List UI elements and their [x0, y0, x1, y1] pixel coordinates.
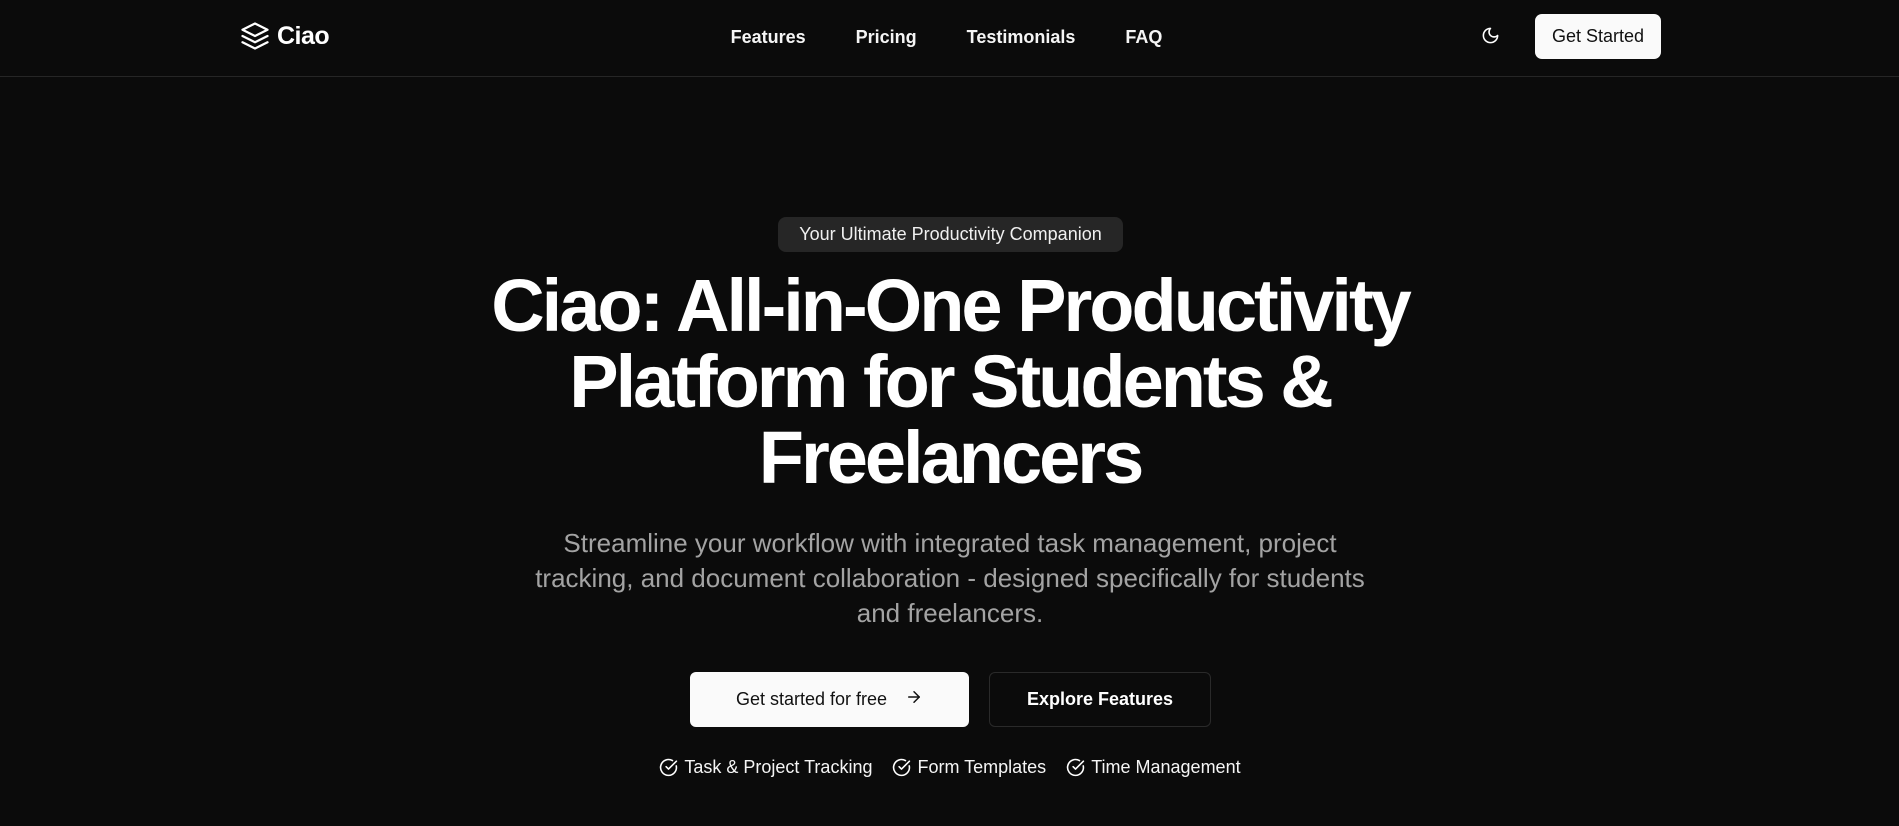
get-started-free-label: Get started for free: [735, 689, 888, 709]
nav-link-faq[interactable]: FAQ: [1125, 24, 1162, 50]
check-circle-icon: [1066, 758, 1085, 777]
get-started-free-button[interactable]: Get started for free: [690, 672, 969, 727]
theme-toggle-button[interactable]: [1474, 22, 1506, 54]
get-started-button[interactable]: Get Started: [1535, 14, 1661, 59]
hero-title: Ciao: All-in-One Productivity Platform f…: [491, 264, 1412, 499]
nav-link-pricing[interactable]: Pricing: [856, 24, 917, 50]
explore-features-button[interactable]: Explore Features: [989, 672, 1211, 727]
hero-cta-group: Get started for free Explore Features: [690, 672, 1211, 727]
check-circle-icon: [659, 758, 678, 777]
feature-label: Form Templates: [917, 757, 1047, 777]
feature-label: Time Management: [1091, 757, 1241, 777]
top-navbar: Ciao Features Pricing Testimonials FAQ G…: [0, 0, 1899, 77]
feature-item: Form Templates: [892, 757, 1046, 778]
feature-highlights: Task & Project Tracking Form Templates T…: [0, 757, 1899, 778]
feature-item: Time Management: [1066, 757, 1241, 778]
arrow-right-icon: [905, 688, 923, 711]
nav-link-testimonials[interactable]: Testimonials: [967, 24, 1076, 50]
hero-badge: Your Ultimate Productivity Companion: [778, 217, 1123, 252]
check-circle-icon: [892, 758, 911, 777]
feature-item: Task & Project Tracking: [659, 757, 872, 778]
moon-icon: [1481, 26, 1500, 50]
hero-subtitle: Streamline your workflow with integrated…: [535, 528, 1365, 628]
feature-label: Task & Project Tracking: [684, 757, 873, 777]
nav-link-features[interactable]: Features: [731, 24, 806, 50]
